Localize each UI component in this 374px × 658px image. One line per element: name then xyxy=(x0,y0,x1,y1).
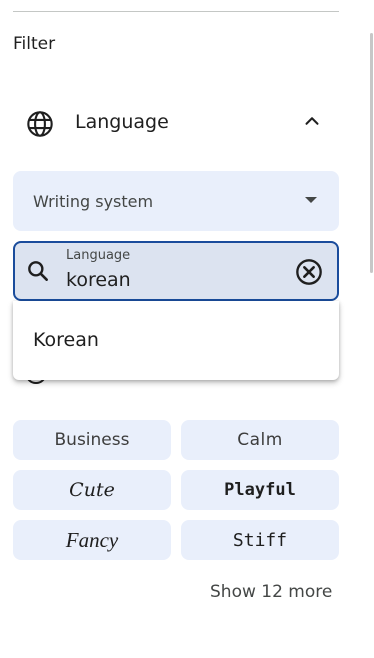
language-section-label: Language xyxy=(75,111,169,133)
clear-icon[interactable] xyxy=(295,258,323,286)
language-section-header[interactable]: Language xyxy=(13,100,339,146)
chip-fancy[interactable]: Fancy xyxy=(13,520,171,560)
chip-fancy-label: Fancy xyxy=(65,527,119,552)
chip-playful-label: Playful xyxy=(224,480,296,500)
globe-icon xyxy=(27,111,53,137)
language-input[interactable] xyxy=(66,268,286,292)
suggestion-item[interactable]: Korean xyxy=(13,301,339,380)
writing-system-label: Writing system xyxy=(33,192,154,211)
chip-playful[interactable]: Playful xyxy=(181,470,339,510)
chip-stiff[interactable]: Stiff xyxy=(181,520,339,560)
chip-cute[interactable]: Cute xyxy=(13,470,171,510)
show-more-button[interactable]: Show 12 more xyxy=(210,582,332,602)
writing-system-select[interactable]: Writing system xyxy=(13,171,339,231)
chip-business-label: Business xyxy=(54,430,130,450)
filter-title: Filter xyxy=(13,34,56,54)
language-search-field[interactable]: Language xyxy=(13,241,339,301)
language-suggestions-menu: Korean xyxy=(13,301,339,380)
chip-calm[interactable]: Calm xyxy=(181,420,339,460)
scrollbar[interactable] xyxy=(370,33,373,273)
chip-calm-label: Calm xyxy=(237,430,283,450)
top-divider xyxy=(13,11,339,12)
chevron-up-icon[interactable] xyxy=(301,110,323,132)
language-field-label: Language xyxy=(66,248,131,263)
chip-stiff-label: Stiff xyxy=(232,529,288,551)
chip-cute-label: Cute xyxy=(69,479,115,501)
search-icon xyxy=(28,261,48,281)
chip-business[interactable]: Business xyxy=(13,420,171,460)
suggestion-item-label: Korean xyxy=(33,329,99,351)
dropdown-arrow-icon xyxy=(305,197,317,203)
